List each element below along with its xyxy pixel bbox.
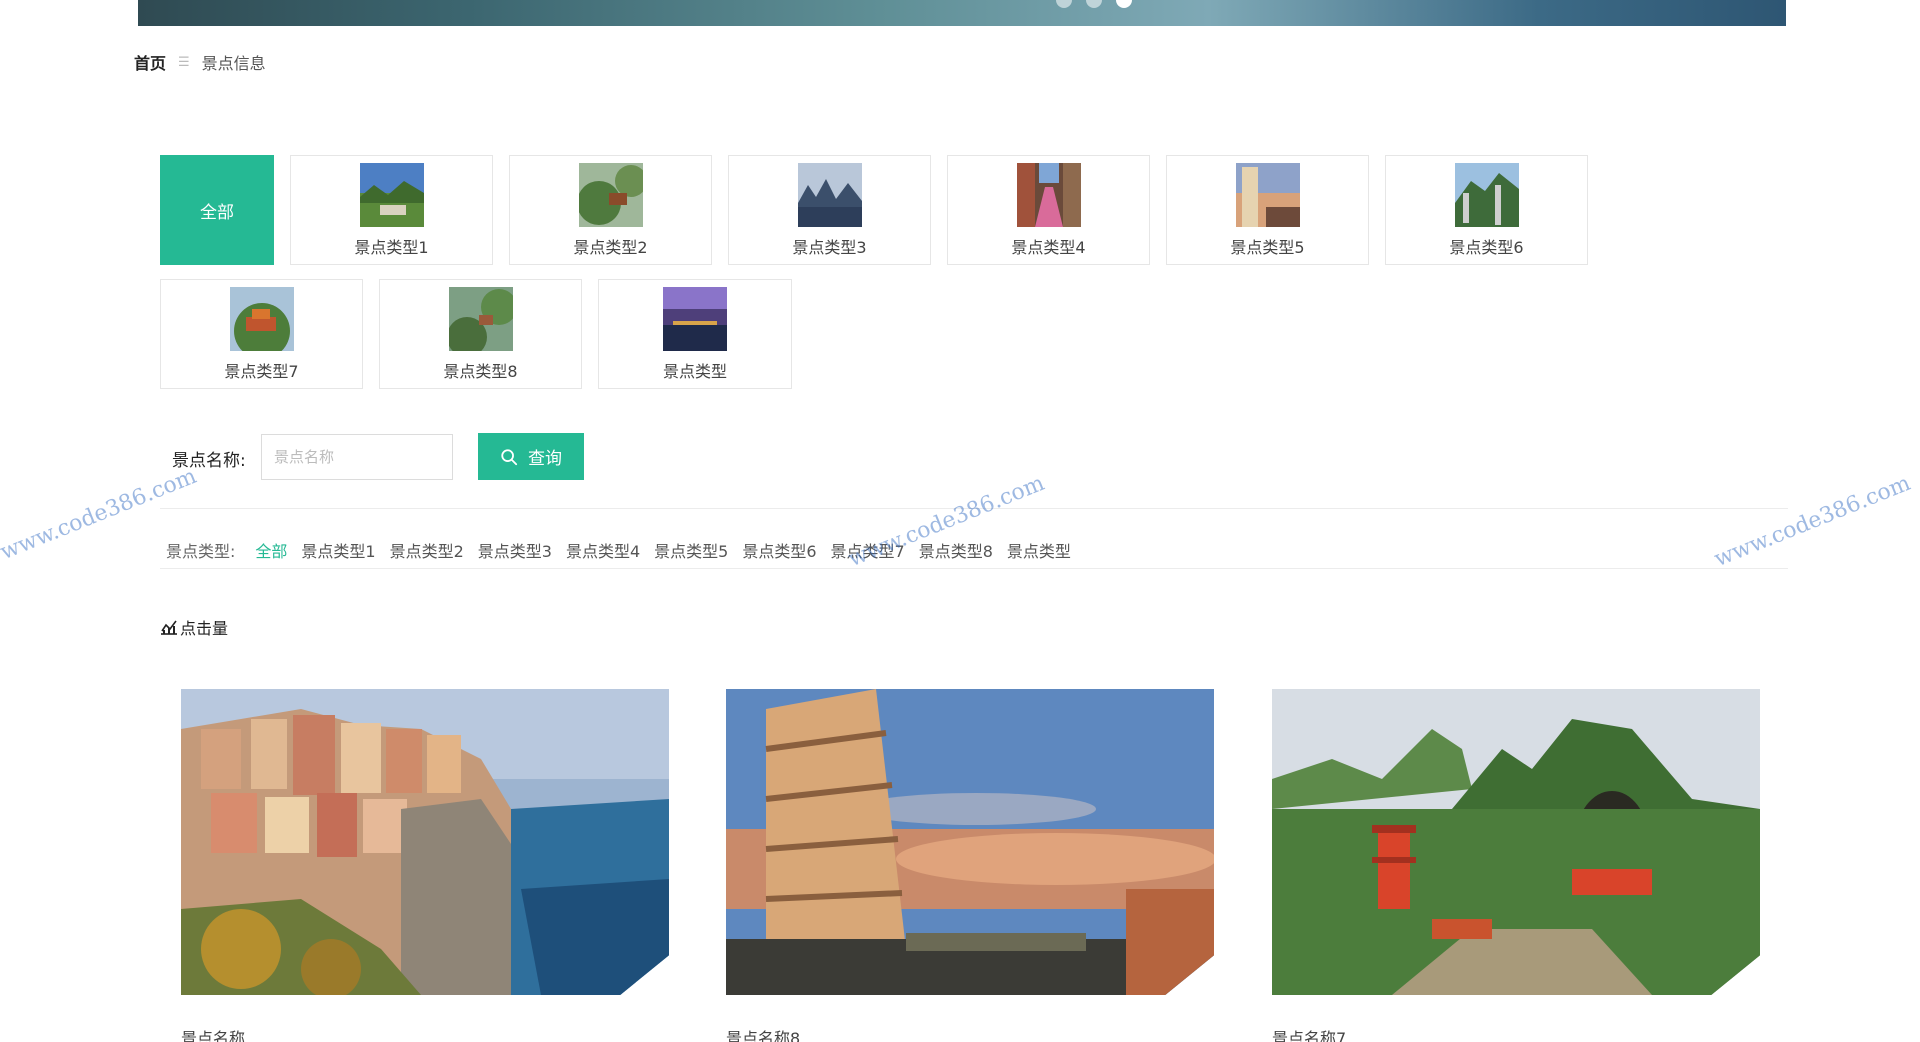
type-tile-label: 景点类型1 [354,238,429,257]
type-tile-label: 景点类型5 [1230,238,1305,257]
sort-by-clicks[interactable]: 点击量 [160,615,228,639]
type-tile-9[interactable]: 景点类型 [598,279,792,389]
type-tile-label: 景点类型7 [224,362,299,381]
filter-option-all[interactable]: 全部 [255,538,287,562]
type-thumbnail [578,163,643,227]
carousel-dot-active[interactable] [1116,0,1132,8]
filter-option[interactable]: 景点类型 [1007,538,1071,562]
type-thumbnail [359,163,424,227]
type-thumbnail [448,287,513,351]
watermark: www.code386.com [1710,470,1915,573]
type-tile-all[interactable]: 全部 [160,155,274,265]
breadcrumb-separator: ☰ [178,54,190,70]
carousel-indicators [1056,0,1132,8]
carousel-dot[interactable] [1086,0,1102,8]
filter-option[interactable]: 景点类型6 [742,538,816,562]
type-thumbnail [1235,163,1300,227]
attraction-card[interactable]: 景点名称8 [726,689,1214,1042]
type-tile-1[interactable]: 景点类型1 [290,155,493,265]
filter-option[interactable]: 景点类型2 [390,538,464,562]
filter-option[interactable]: 景点类型1 [301,538,375,562]
filter-option[interactable]: 景点类型8 [919,538,993,562]
chart-icon [161,620,177,635]
type-thumbnail [663,287,727,351]
type-thumbnail [1454,163,1519,227]
filter-option[interactable]: 景点类型7 [831,538,905,562]
filter-option[interactable]: 景点类型5 [654,538,728,562]
type-tile-label: 景点类型 [662,362,727,381]
type-tile-4[interactable]: 景点类型4 [947,155,1150,265]
search-button[interactable]: 查询 [478,433,584,480]
type-tile-6[interactable]: 景点类型6 [1385,155,1588,265]
banner-carousel[interactable] [138,0,1786,26]
attraction-name[interactable]: 景点名称7 [1272,1025,1760,1042]
divider [160,508,1788,509]
sort-label: 点击量 [180,619,229,638]
type-tile-3[interactable]: 景点类型3 [728,155,931,265]
carousel-dot[interactable] [1056,0,1072,8]
search-label: 景点名称: [172,451,246,471]
attraction-image[interactable] [1272,689,1760,995]
type-thumbnail [229,287,294,351]
attraction-image[interactable] [181,689,669,995]
breadcrumb-home[interactable]: 首页 [134,50,166,74]
search-input[interactable] [261,434,453,480]
type-thumbnail [1016,163,1081,227]
type-tile-label: 景点类型3 [792,238,867,257]
type-tile-label: 景点类型6 [1449,238,1524,257]
type-tile-all-label: 全部 [200,202,234,223]
type-thumbnail [797,163,862,227]
filter-label: 景点类型: [166,542,236,561]
type-tile-2[interactable]: 景点类型2 [509,155,712,265]
attraction-image[interactable] [726,689,1214,995]
attraction-card[interactable]: 景点名称 [181,689,669,1042]
search-button-label: 查询 [528,449,562,469]
attraction-card[interactable]: 景点名称7 [1272,689,1760,1042]
filter-option[interactable]: 景点类型4 [566,538,640,562]
type-tile-8[interactable]: 景点类型8 [379,279,582,389]
type-tile-label: 景点类型8 [443,362,518,381]
filter-option[interactable]: 景点类型3 [478,538,552,562]
breadcrumb: 首页 ☰ 景点信息 [134,50,266,74]
page: 首页 ☰ 景点信息 全部 景点类型1 景点类型2 景点类型3 景点类型4 景点类… [0,0,1920,1042]
search-icon [501,448,518,465]
type-filter-bar: 景点类型: 全部 景点类型1 景点类型2 景点类型3 景点类型4 景点类型5 景… [166,538,1085,562]
type-tile-label: 景点类型2 [573,238,648,257]
type-tile-7[interactable]: 景点类型7 [160,279,363,389]
divider [160,568,1788,569]
attraction-name[interactable]: 景点名称 [181,1025,669,1042]
breadcrumb-current: 景点信息 [201,54,266,73]
attraction-name[interactable]: 景点名称8 [726,1025,1214,1042]
type-tile-label: 景点类型4 [1011,238,1086,257]
type-tile-5[interactable]: 景点类型5 [1166,155,1369,265]
